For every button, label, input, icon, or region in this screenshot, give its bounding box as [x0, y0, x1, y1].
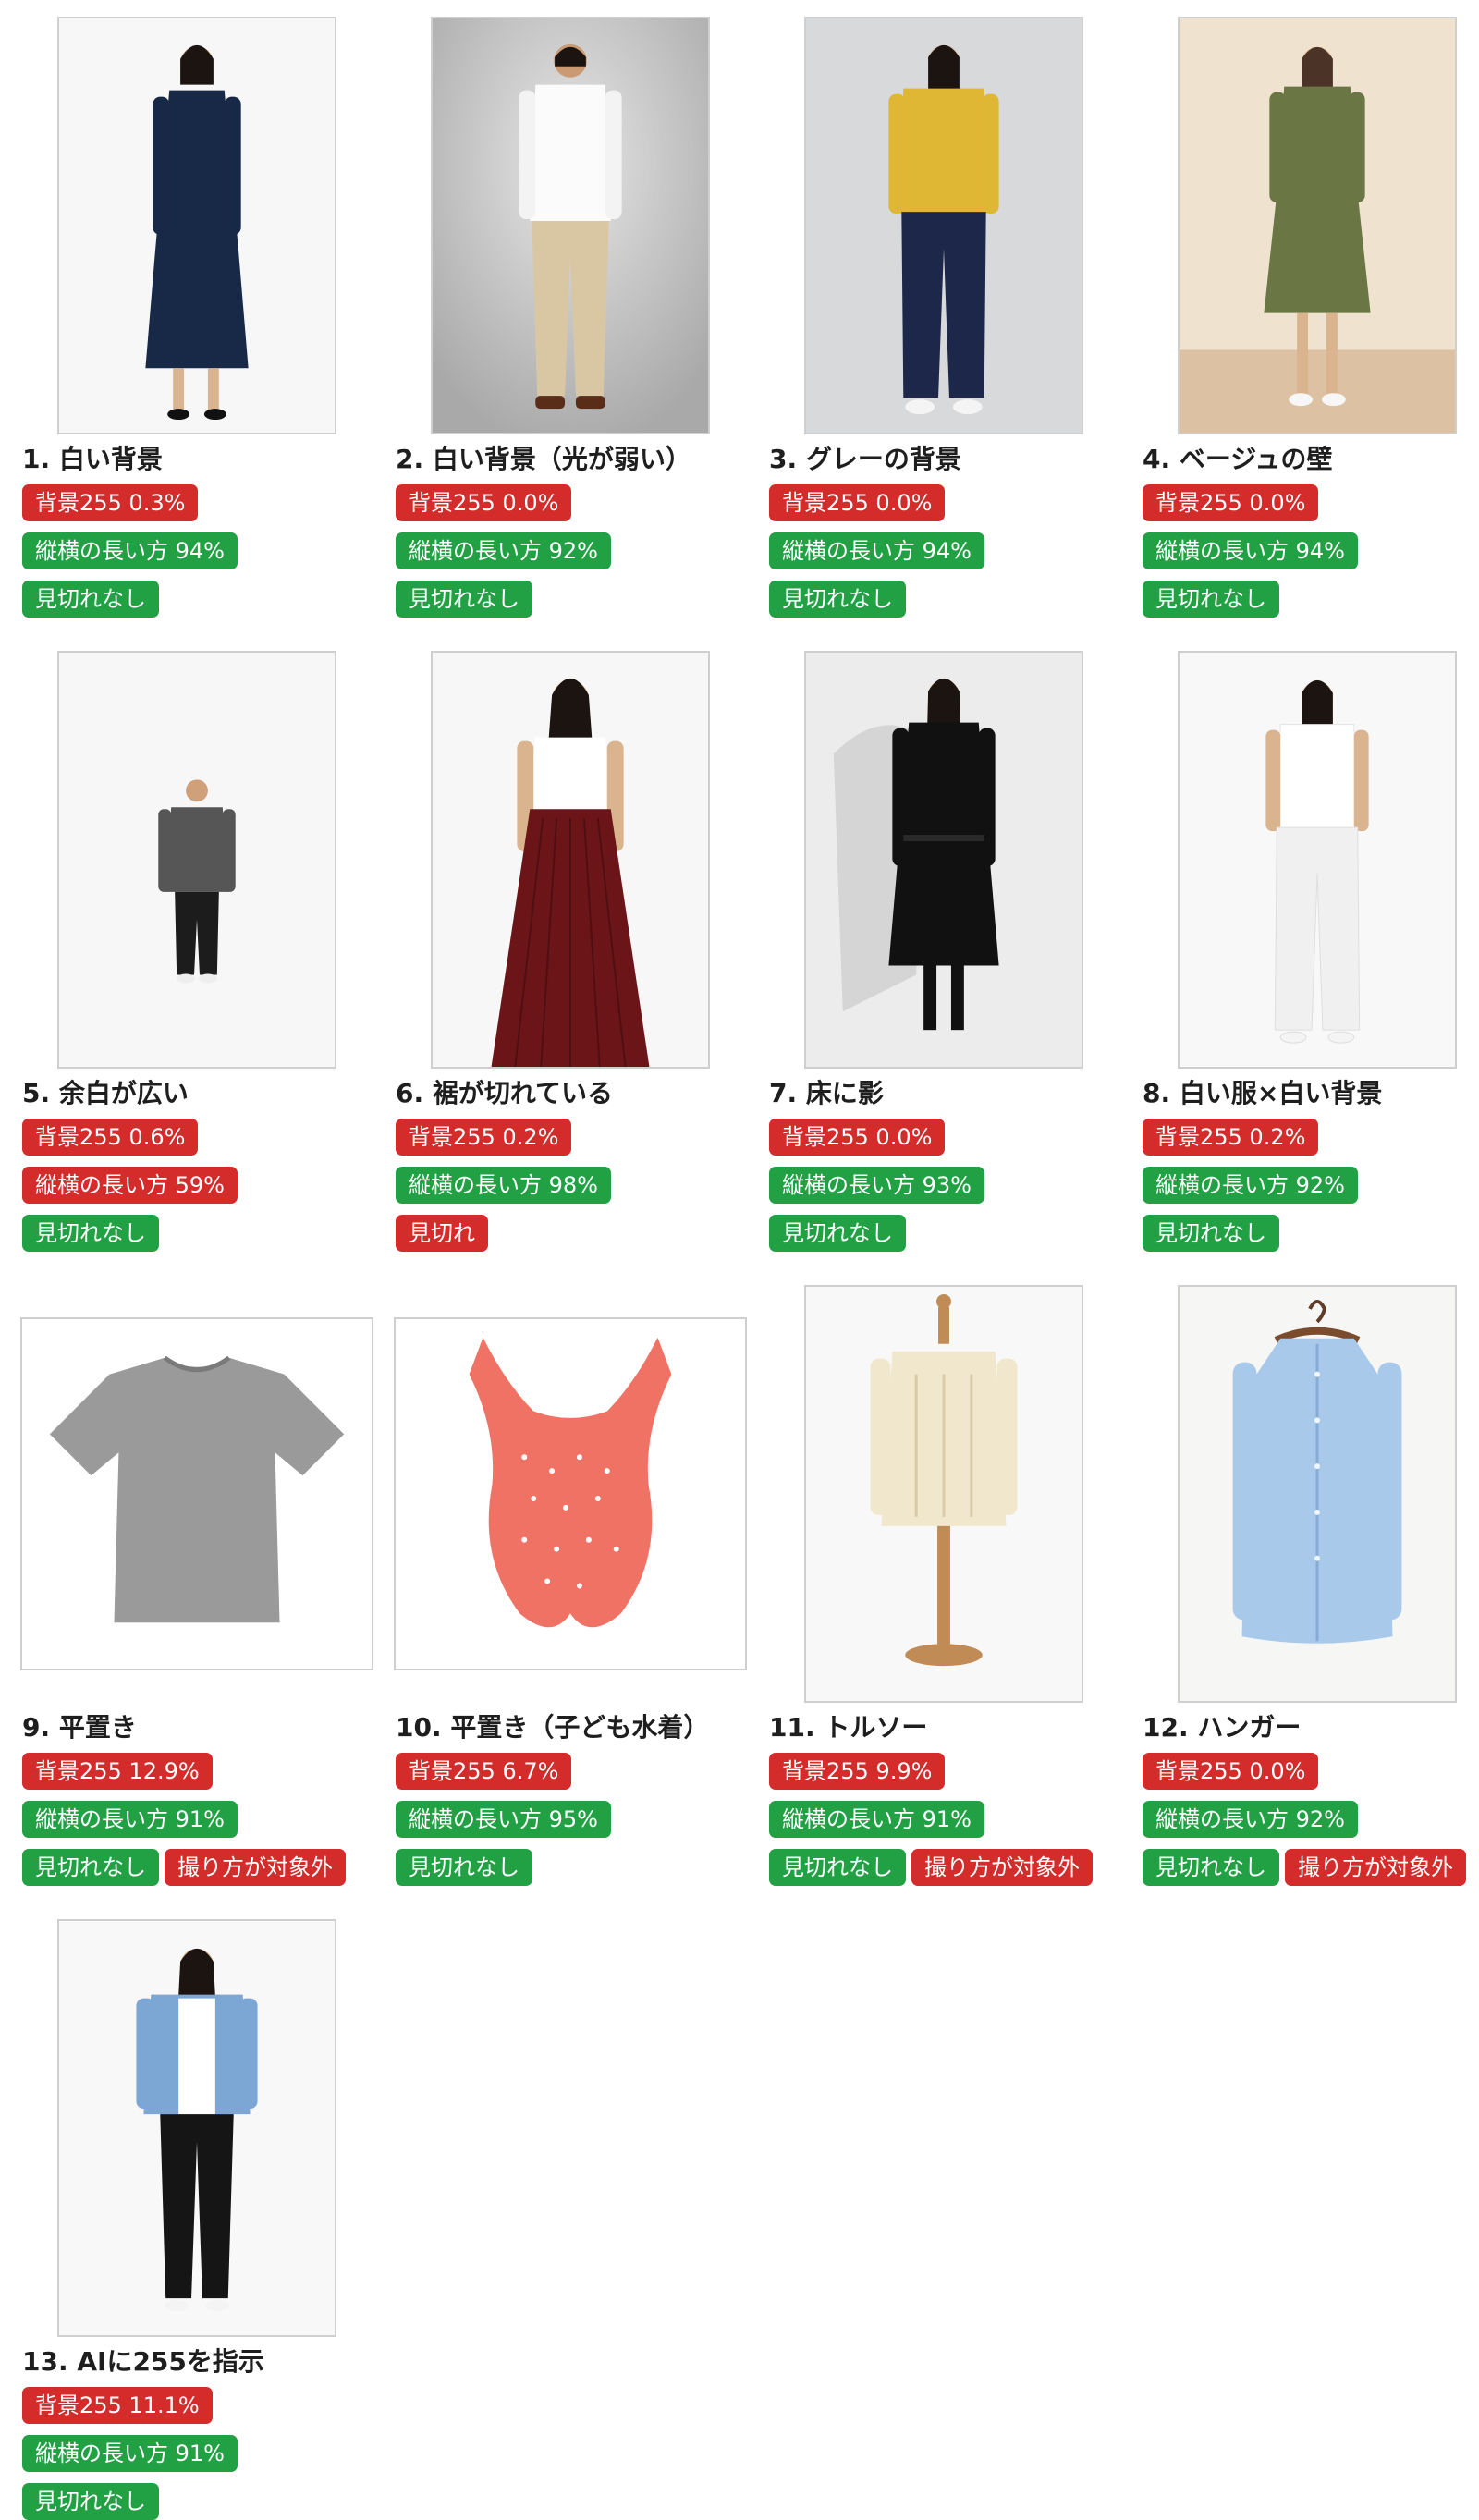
- background-255-badge: 背景255 6.7%: [396, 1753, 572, 1790]
- aspect-ratio-badge: 縦横の長い方 91%: [769, 1801, 984, 1838]
- result-card: 7. 床に影 背景255 0.0% 縦横の長い方 93% 見切れなし: [767, 651, 1120, 1252]
- card-title: 1. 白い背景: [22, 444, 163, 474]
- aspect-ratio-badge: 縦横の長い方 94%: [769, 532, 984, 569]
- result-card: 12. ハンガー 背景255 0.0% 縦横の長い方 92% 見切れなし 撮り方…: [1141, 1285, 1479, 1886]
- crop-status-badge: 見切れなし: [769, 1215, 906, 1252]
- product-photo[interactable]: [804, 17, 1083, 434]
- aspect-ratio-badge: 縦横の長い方 94%: [1143, 532, 1358, 569]
- result-card: 10. 平置き（子ども水着） 背景255 6.7% 縦横の長い方 95% 見切れ…: [394, 1285, 747, 1886]
- product-photo[interactable]: [57, 17, 336, 434]
- card-title: 9. 平置き: [22, 1712, 137, 1743]
- card-title: 5. 余白が広い: [22, 1078, 189, 1108]
- background-255-badge: 背景255 11.1%: [22, 2387, 213, 2424]
- aspect-ratio-badge: 縦横の長い方 92%: [1143, 1167, 1358, 1204]
- crop-status-badge: 見切れなし: [396, 1849, 532, 1886]
- card-title: 7. 床に影: [769, 1078, 884, 1108]
- background-255-badge: 背景255 0.2%: [1143, 1119, 1319, 1156]
- card-title: 12. ハンガー: [1143, 1712, 1302, 1743]
- background-255-badge: 背景255 0.2%: [396, 1119, 572, 1156]
- background-255-badge: 背景255 12.9%: [22, 1753, 213, 1790]
- aspect-ratio-badge: 縦横の長い方 95%: [396, 1801, 611, 1838]
- card-title: 4. ベージュの壁: [1143, 444, 1333, 474]
- aspect-ratio-badge: 縦横の長い方 94%: [22, 532, 238, 569]
- result-card: 3. グレーの背景 背景255 0.0% 縦横の長い方 94% 見切れなし: [767, 17, 1120, 618]
- product-photo[interactable]: [804, 651, 1083, 1069]
- result-card: 5. 余白が広い 背景255 0.6% 縦横の長い方 59% 見切れなし: [20, 651, 373, 1252]
- shooting-style-badge: 撮り方が対象外: [165, 1849, 346, 1886]
- crop-status-badge: 見切れなし: [22, 2483, 159, 2520]
- product-photo[interactable]: [1178, 651, 1457, 1069]
- result-card: 9. 平置き 背景255 12.9% 縦横の長い方 91% 見切れなし 撮り方が…: [20, 1285, 373, 1886]
- card-title: 13. AIに255を指示: [22, 2346, 264, 2377]
- card-title: 8. 白い服×白い背景: [1143, 1078, 1383, 1108]
- result-card: 13. AIに255を指示 背景255 11.1% 縦横の長い方 91% 見切れ…: [20, 1919, 373, 2520]
- crop-status-badge: 見切れなし: [1143, 1849, 1279, 1886]
- product-photo[interactable]: [57, 1919, 336, 2337]
- crop-status-badge: 見切れなし: [396, 581, 532, 618]
- aspect-ratio-badge: 縦横の長い方 59%: [22, 1167, 238, 1204]
- crop-status-badge: 見切れ: [396, 1215, 488, 1252]
- card-title: 6. 裾が切れている: [396, 1078, 614, 1108]
- background-255-badge: 背景255 0.0%: [1143, 1753, 1319, 1790]
- background-255-badge: 背景255 0.0%: [396, 484, 572, 521]
- product-photo[interactable]: [1178, 1285, 1457, 1703]
- background-255-badge: 背景255 0.0%: [769, 1119, 946, 1156]
- product-photo[interactable]: [394, 1317, 747, 1670]
- card-title: 11. トルソー: [769, 1712, 928, 1743]
- product-photo[interactable]: [431, 651, 710, 1069]
- background-255-badge: 背景255 0.0%: [769, 484, 946, 521]
- crop-status-badge: 見切れなし: [769, 581, 906, 618]
- aspect-ratio-badge: 縦横の長い方 93%: [769, 1167, 984, 1204]
- result-card: 4. ベージュの壁 背景255 0.0% 縦横の長い方 94% 見切れなし: [1141, 17, 1479, 618]
- crop-status-badge: 見切れなし: [1143, 581, 1279, 618]
- crop-status-badge: 見切れなし: [1143, 1215, 1279, 1252]
- crop-status-badge: 見切れなし: [769, 1849, 906, 1886]
- shooting-style-badge: 撮り方が対象外: [1285, 1849, 1466, 1886]
- background-255-badge: 背景255 0.3%: [22, 484, 199, 521]
- card-title: 10. 平置き（子ども水着）: [396, 1712, 710, 1743]
- result-card: 1. 白い背景 背景255 0.3% 縦横の長い方 94% 見切れなし: [20, 17, 373, 618]
- aspect-ratio-badge: 縦横の長い方 98%: [396, 1167, 611, 1204]
- result-card: 11. トルソー 背景255 9.9% 縦横の長い方 91% 見切れなし 撮り方…: [767, 1285, 1120, 1886]
- product-photo[interactable]: [57, 651, 336, 1069]
- photo-check-grid: 1. 白い背景 背景255 0.3% 縦横の長い方 94% 見切れなし 2. 白…: [20, 17, 1466, 2520]
- aspect-ratio-badge: 縦横の長い方 92%: [396, 532, 611, 569]
- crop-status-badge: 見切れなし: [22, 581, 159, 618]
- product-photo[interactable]: [431, 17, 710, 434]
- aspect-ratio-badge: 縦横の長い方 91%: [22, 1801, 238, 1838]
- crop-status-badge: 見切れなし: [22, 1849, 159, 1886]
- crop-status-badge: 見切れなし: [22, 1215, 159, 1252]
- card-title: 2. 白い背景（光が弱い）: [396, 444, 691, 474]
- product-photo[interactable]: [804, 1285, 1083, 1703]
- background-255-badge: 背景255 0.6%: [22, 1119, 199, 1156]
- shooting-style-badge: 撮り方が対象外: [911, 1849, 1093, 1886]
- background-255-badge: 背景255 9.9%: [769, 1753, 946, 1790]
- result-card: 8. 白い服×白い背景 背景255 0.2% 縦横の長い方 92% 見切れなし: [1141, 651, 1479, 1252]
- product-photo[interactable]: [20, 1317, 373, 1670]
- aspect-ratio-badge: 縦横の長い方 92%: [1143, 1801, 1358, 1838]
- background-255-badge: 背景255 0.0%: [1143, 484, 1319, 521]
- card-title: 3. グレーの背景: [769, 444, 961, 474]
- result-card: 2. 白い背景（光が弱い） 背景255 0.0% 縦横の長い方 92% 見切れな…: [394, 17, 747, 618]
- product-photo[interactable]: [1178, 17, 1457, 434]
- result-card: 6. 裾が切れている 背景255 0.2% 縦横の長い方 98% 見切れ: [394, 651, 747, 1252]
- aspect-ratio-badge: 縦横の長い方 91%: [22, 2435, 238, 2472]
